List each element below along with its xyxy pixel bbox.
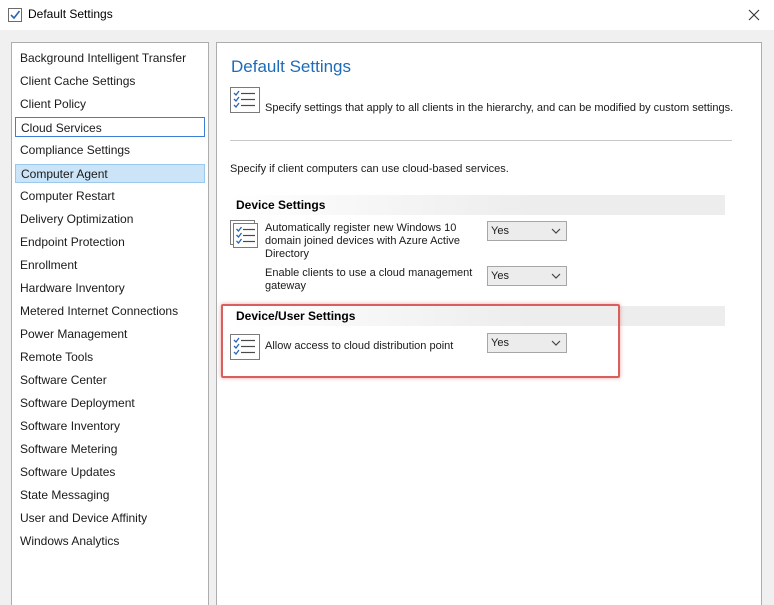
nav-item-compliance-settings[interactable]: Compliance Settings (12, 139, 208, 162)
page-description: Specify settings that apply to all clien… (265, 102, 734, 114)
nav-item-computer-restart[interactable]: Computer Restart (12, 185, 208, 208)
nav-item-windows-analytics[interactable]: Windows Analytics (12, 530, 208, 553)
settings-nav: Background Intelligent Transfer Client C… (11, 42, 209, 605)
section-header-device-settings: Device Settings (230, 195, 725, 215)
cloud-management-gateway-select[interactable]: Yes (487, 266, 567, 286)
nav-item-cloud-services[interactable]: Cloud Services (15, 117, 205, 137)
nav-item-client-policy[interactable]: Client Policy (12, 93, 208, 116)
nav-item-remote-tools[interactable]: Remote Tools (12, 346, 208, 369)
title-bar: Default Settings (0, 0, 774, 30)
cloud-distribution-point-value: Yes (491, 337, 509, 349)
intro-text: Specify if client computers can use clou… (230, 163, 509, 175)
window-title: Default Settings (28, 7, 113, 21)
close-icon (748, 9, 760, 21)
nav-item-software-updates[interactable]: Software Updates (12, 461, 208, 484)
nav-list: Background Intelligent Transfer Client C… (12, 43, 208, 553)
nav-item-software-inventory[interactable]: Software Inventory (12, 415, 208, 438)
divider (230, 140, 732, 141)
chevron-down-icon (551, 340, 561, 346)
setting-label-register-devices: Automatically register new Windows 10 do… (265, 222, 461, 260)
checklist-icon (230, 87, 260, 113)
setting-label-cloud-distribution-point: Allow access to cloud distribution point (265, 340, 454, 352)
close-button[interactable] (740, 2, 768, 28)
checklist-icon (230, 220, 260, 248)
chevron-down-icon (551, 228, 561, 234)
nav-item-power-management[interactable]: Power Management (12, 323, 208, 346)
nav-item-computer-agent[interactable]: Computer Agent (15, 164, 205, 183)
section-header-device-user-settings: Device/User Settings (230, 306, 725, 326)
register-devices-value: Yes (491, 225, 509, 237)
cloud-distribution-point-select[interactable]: Yes (487, 333, 567, 353)
chevron-down-icon (551, 273, 561, 279)
settings-content: Default Settings Specify settings that a… (216, 42, 762, 605)
nav-item-endpoint-protection[interactable]: Endpoint Protection (12, 231, 208, 254)
cloud-management-gateway-value: Yes (491, 270, 509, 282)
nav-item-background-intelligent-transfer[interactable]: Background Intelligent Transfer (12, 47, 208, 70)
nav-item-hardware-inventory[interactable]: Hardware Inventory (12, 277, 208, 300)
nav-item-delivery-optimization[interactable]: Delivery Optimization (12, 208, 208, 231)
nav-item-metered-internet-connections[interactable]: Metered Internet Connections (12, 300, 208, 323)
register-devices-select[interactable]: Yes (487, 221, 567, 241)
nav-item-software-deployment[interactable]: Software Deployment (12, 392, 208, 415)
nav-item-software-metering[interactable]: Software Metering (12, 438, 208, 461)
nav-item-client-cache-settings[interactable]: Client Cache Settings (12, 70, 208, 93)
window-body: Background Intelligent Transfer Client C… (0, 30, 774, 605)
nav-item-enrollment[interactable]: Enrollment (12, 254, 208, 277)
checklist-app-icon (8, 8, 22, 22)
setting-label-cloud-management-gateway: Enable clients to use a cloud management… (265, 267, 473, 292)
nav-item-state-messaging[interactable]: State Messaging (12, 484, 208, 507)
checklist-icon (230, 333, 260, 361)
nav-item-user-and-device-affinity[interactable]: User and Device Affinity (12, 507, 208, 530)
page-title: Default Settings (231, 57, 352, 76)
nav-item-software-center[interactable]: Software Center (12, 369, 208, 392)
